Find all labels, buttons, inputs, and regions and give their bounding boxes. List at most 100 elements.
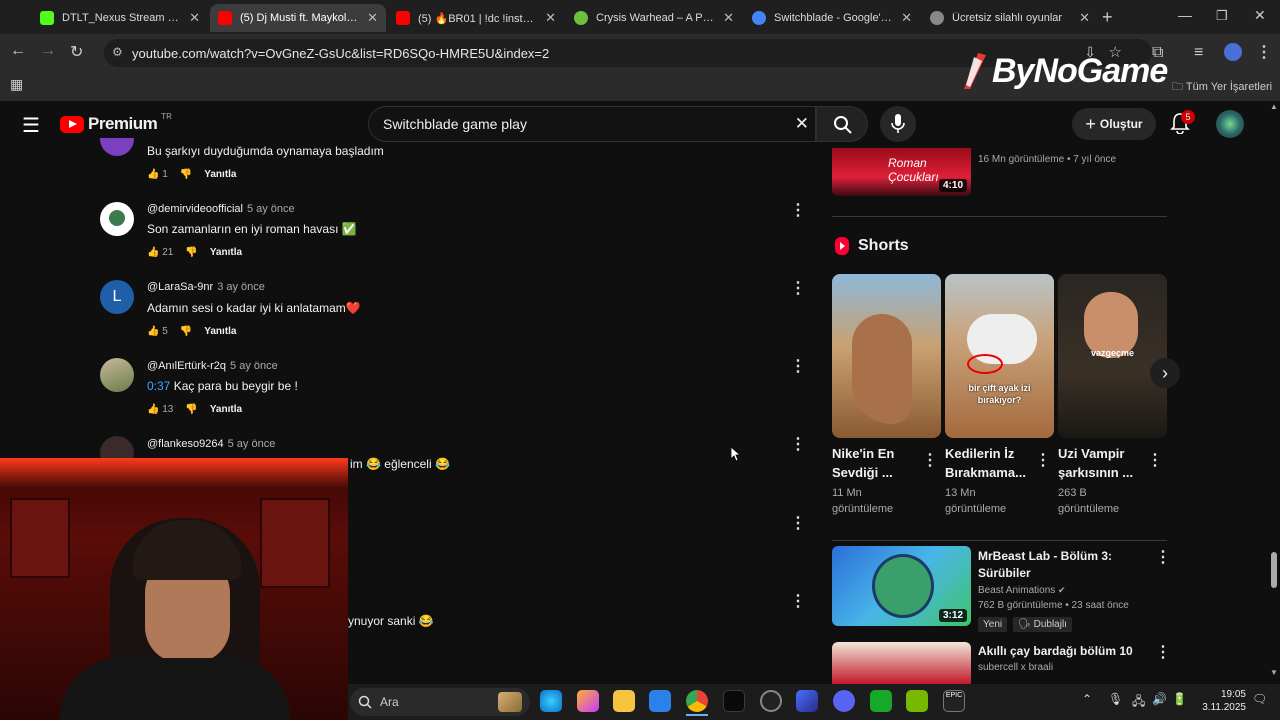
reply-button[interactable]: Yanıtla	[204, 326, 236, 337]
copilot-icon[interactable]	[577, 690, 599, 712]
epic-games-icon[interactable]: EPIC	[943, 690, 965, 712]
battery-icon[interactable]: 🔋	[1172, 692, 1187, 706]
create-button[interactable]: + Oluştur	[1072, 108, 1156, 140]
like-button[interactable]: 👍 5	[147, 326, 168, 337]
short-thumbnail[interactable]: bir çift ayak izi bırakıyor?	[945, 274, 1054, 438]
avatar[interactable]	[100, 202, 134, 236]
apps-icon[interactable]: ▦	[10, 76, 23, 93]
avatar[interactable]: L	[100, 280, 134, 314]
page-scrollbar[interactable]: ▲ ▼	[1268, 102, 1280, 684]
tab-1[interactable]: (5) Dj Musti ft. Maykolu Na ✕	[210, 4, 386, 32]
youtube-logo[interactable]: Premium TR	[60, 112, 172, 134]
like-button[interactable]: 👍 21	[147, 247, 173, 258]
minimize-button[interactable]: —	[1178, 7, 1192, 23]
avatar[interactable]	[100, 358, 134, 392]
comment-menu-icon[interactable]: ⋮	[790, 200, 806, 220]
site-info-icon[interactable]: ⚙	[112, 45, 123, 59]
store-icon[interactable]	[649, 690, 671, 712]
reload-button[interactable]: ↻	[70, 42, 83, 62]
short-menu-icon[interactable]: ⋮	[1035, 450, 1051, 470]
search-button[interactable]	[816, 106, 868, 142]
obs-icon[interactable]	[760, 690, 782, 712]
volume-icon[interactable]: 🔊	[1152, 692, 1167, 706]
chrome-icon[interactable]	[686, 690, 708, 712]
comment-menu-icon[interactable]: ⋮	[790, 591, 806, 611]
close-icon[interactable]: ✕	[367, 10, 378, 26]
media-icon[interactable]: ≡	[1194, 44, 1203, 62]
tray-chevron-icon[interactable]: ⌃	[1082, 692, 1092, 706]
short-thumbnail[interactable]	[832, 274, 941, 438]
video-thumbnail[interactable]: Roman Çocukları 4:10	[832, 148, 971, 196]
avatar[interactable]	[100, 138, 134, 156]
nvidia-icon[interactable]	[906, 690, 928, 712]
back-button[interactable]: ←	[10, 42, 26, 60]
network-icon[interactable]: 🖧	[1132, 692, 1145, 713]
edge-icon[interactable]	[540, 690, 562, 712]
video-title[interactable]: Akıllı çay bardağı bölüm 10	[978, 643, 1133, 660]
all-bookmarks-folder[interactable]: 🗀 Tüm Yer İşaretleri	[1172, 78, 1272, 97]
video-thumbnail[interactable]	[832, 642, 971, 684]
scrollbar-thumb[interactable]	[1271, 552, 1277, 588]
maximize-button[interactable]: ❐	[1216, 8, 1228, 24]
comment-author[interactable]: @LaraSa-9nr 3 ay önce	[147, 281, 265, 293]
reply-button[interactable]: Yanıtla	[210, 247, 242, 258]
like-button[interactable]: 👍 13	[147, 404, 173, 415]
comment-menu-icon[interactable]: ⋮	[790, 356, 806, 376]
close-icon[interactable]: ✕	[545, 10, 556, 26]
dislike-button[interactable]: 👎	[180, 169, 192, 180]
tab-2[interactable]: (5) 🔥BR01 | !dc !insta !ke ✕	[388, 4, 564, 32]
microphone-tray-icon[interactable]: 🎙	[1108, 692, 1123, 706]
hamburger-menu-icon[interactable]: ☰	[22, 113, 40, 138]
comment-author[interactable]: @demirvideoofficial 5 ay önce	[147, 203, 295, 215]
notification-center-icon[interactable]: 🗨	[1252, 692, 1267, 706]
account-avatar[interactable]	[1216, 110, 1244, 138]
close-icon[interactable]: ✕	[901, 10, 912, 26]
comment-author[interactable]: @AnılErtürk-r2q 5 ay önce	[147, 360, 278, 372]
short-title[interactable]: Uzi Vampir şarkısının ...	[1058, 444, 1133, 482]
channel-name[interactable]: subercell x braali	[978, 660, 1053, 676]
notifications-button[interactable]: 5	[1170, 110, 1195, 135]
short-menu-icon[interactable]: ⋮	[922, 450, 938, 470]
taskbar-search[interactable]: Ara	[350, 688, 530, 716]
clear-search-icon[interactable]: ✕	[795, 114, 809, 134]
dislike-button[interactable]: 👎	[185, 247, 197, 258]
close-icon[interactable]: ✕	[189, 10, 200, 26]
taskbar-clock[interactable]: 19:05 3.11.2025	[1196, 688, 1246, 714]
profile-avatar[interactable]	[1224, 43, 1242, 61]
voice-search-button[interactable]	[880, 106, 916, 142]
video-title[interactable]: MrBeast Lab - Bölüm 3: Sürübiler	[978, 548, 1112, 582]
close-icon[interactable]: ✕	[723, 10, 734, 26]
timestamp-link[interactable]: 0:37	[147, 379, 170, 393]
tab-5[interactable]: Ücretsiz silahlı oyunlar ✕	[922, 4, 1098, 32]
video-thumbnail[interactable]: 3:12	[832, 546, 971, 626]
tab-0[interactable]: DTLT_Nexus Stream - Wato ✕	[32, 4, 208, 32]
search-input[interactable]: Switchblade game play ✕	[368, 106, 816, 142]
short-title[interactable]: Nike'in En Sevdiği ...	[832, 444, 894, 482]
close-window-button[interactable]: ✕	[1254, 7, 1266, 24]
new-tab-button[interactable]: +	[1102, 7, 1113, 28]
short-menu-icon[interactable]: ⋮	[1147, 450, 1163, 470]
tab-3[interactable]: Crysis Warhead – A Paralle ✕	[566, 4, 742, 32]
discord-icon[interactable]	[833, 690, 855, 712]
dislike-button[interactable]: 👎	[180, 326, 192, 337]
comment-menu-icon[interactable]: ⋮	[790, 513, 806, 533]
comment-menu-icon[interactable]: ⋮	[790, 278, 806, 298]
app-icon[interactable]	[796, 690, 818, 712]
video-menu-icon[interactable]: ⋮	[1155, 547, 1171, 567]
menu-icon[interactable]: ⋮	[1256, 42, 1272, 62]
file-explorer-icon[interactable]	[613, 690, 635, 712]
tab-4[interactable]: Switchblade - Google'da A ✕	[744, 4, 920, 32]
comment-author[interactable]: @flankeso9264 5 ay önce	[147, 438, 275, 450]
shorts-next-button[interactable]: ›	[1150, 358, 1180, 388]
close-icon[interactable]: ✕	[1079, 10, 1090, 26]
dislike-button[interactable]: 👎	[185, 404, 197, 415]
short-title[interactable]: Kedilerin İz Bırakmama...	[945, 444, 1026, 482]
like-button[interactable]: 👍 1	[147, 169, 168, 180]
short-thumbnail[interactable]: vazgeçme	[1058, 274, 1167, 438]
channel-name[interactable]: Beast Animations ✔	[978, 582, 1066, 599]
video-menu-icon[interactable]: ⋮	[1155, 642, 1171, 662]
forward-button[interactable]: →	[40, 42, 56, 60]
reply-button[interactable]: Yanıtla	[210, 404, 242, 415]
terminal-icon[interactable]	[723, 690, 745, 712]
reply-button[interactable]: Yanıtla	[204, 169, 236, 180]
